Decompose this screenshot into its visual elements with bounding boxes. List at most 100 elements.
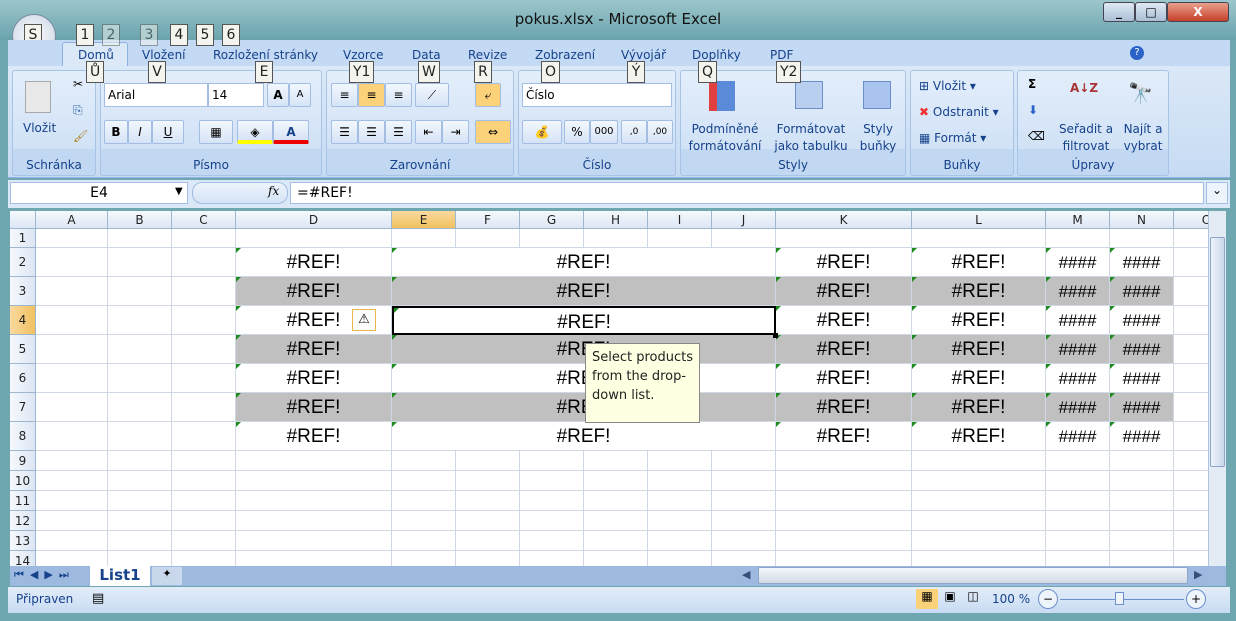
cell[interactable] xyxy=(648,511,712,531)
row-header-9[interactable]: 9 xyxy=(10,451,36,471)
cell[interactable] xyxy=(912,511,1046,531)
cell[interactable] xyxy=(520,491,584,511)
cell[interactable] xyxy=(392,451,456,471)
column-header-M[interactable]: M xyxy=(1046,211,1110,229)
sort-filter-button[interactable]: Seřadit a filtrovat xyxy=(1056,121,1116,155)
column-header-J[interactable]: J xyxy=(712,211,776,229)
cell[interactable] xyxy=(1046,471,1110,491)
cell-N4[interactable]: #### xyxy=(1110,306,1174,335)
cell[interactable] xyxy=(648,491,712,511)
align-right-button[interactable]: ☰ xyxy=(385,120,412,144)
fill-color-button[interactable]: ◈ xyxy=(237,120,273,144)
cell-N3[interactable]: #### xyxy=(1110,277,1174,306)
font-name-select[interactable]: Arial xyxy=(104,83,208,107)
cell[interactable] xyxy=(584,551,648,566)
row-header-14[interactable]: 14 xyxy=(10,551,36,566)
cell[interactable] xyxy=(36,531,108,551)
cell[interactable] xyxy=(1046,491,1110,511)
column-header-D[interactable]: D xyxy=(236,211,392,229)
cell-D2[interactable]: #REF! xyxy=(236,248,392,277)
cell[interactable] xyxy=(36,551,108,566)
cell[interactable] xyxy=(392,531,456,551)
cell[interactable] xyxy=(392,511,456,531)
cell-E6[interactable]: #REF! xyxy=(392,364,776,393)
cell[interactable] xyxy=(912,551,1046,566)
cell-M6[interactable]: #### xyxy=(1046,364,1110,393)
cell[interactable] xyxy=(172,531,236,551)
cell[interactable] xyxy=(1110,471,1174,491)
merge-center-button[interactable]: ⇔ xyxy=(475,120,511,144)
cell[interactable] xyxy=(712,471,776,491)
orientation-button[interactable]: ⟋ xyxy=(415,83,449,107)
thousands-button[interactable]: 000 xyxy=(590,120,618,144)
percent-button[interactable]: % xyxy=(564,120,590,144)
cell[interactable] xyxy=(36,422,108,451)
cell[interactable] xyxy=(776,229,912,248)
cell[interactable] xyxy=(776,511,912,531)
autosum-button[interactable]: Σ xyxy=(1028,77,1036,91)
column-header-L[interactable]: L xyxy=(912,211,1046,229)
tab-0[interactable]: Domů xyxy=(78,48,114,62)
scroll-left-icon[interactable]: ◀ xyxy=(742,568,750,581)
cell-K7[interactable]: #REF! xyxy=(776,393,912,422)
column-header-F[interactable]: F xyxy=(456,211,520,229)
cell[interactable] xyxy=(172,393,236,422)
find-select-button[interactable]: Najít a vybrat xyxy=(1118,121,1168,155)
copy-icon[interactable]: ⎘ xyxy=(73,103,83,118)
shrink-font-button[interactable]: A xyxy=(289,83,311,107)
row-header-13[interactable]: 13 xyxy=(10,531,36,551)
cell[interactable] xyxy=(36,471,108,491)
column-header-B[interactable]: B xyxy=(108,211,172,229)
row-header-7[interactable]: 7 xyxy=(10,393,36,422)
tab-8[interactable]: Doplňky xyxy=(692,48,741,62)
cell[interactable] xyxy=(1110,531,1174,551)
tab-6[interactable]: Zobrazení xyxy=(535,48,595,62)
cell[interactable] xyxy=(172,306,236,335)
cell[interactable] xyxy=(1046,451,1110,471)
cell[interactable] xyxy=(108,335,172,364)
cell-L7[interactable]: #REF! xyxy=(912,393,1046,422)
cell-N7[interactable]: #### xyxy=(1110,393,1174,422)
cell-D8[interactable]: #REF! xyxy=(236,422,392,451)
tab-1[interactable]: Vložení xyxy=(142,48,186,62)
cell[interactable] xyxy=(776,471,912,491)
fill-handle[interactable] xyxy=(773,333,778,338)
cell[interactable] xyxy=(108,364,172,393)
column-header-K[interactable]: K xyxy=(776,211,912,229)
cell[interactable] xyxy=(520,551,584,566)
font-size-select[interactable]: 14 xyxy=(208,83,264,107)
cell[interactable] xyxy=(172,491,236,511)
cell[interactable] xyxy=(648,229,712,248)
cell-styles-button[interactable]: Styly buňky xyxy=(853,121,903,155)
row-header-11[interactable]: 11 xyxy=(10,491,36,511)
cell[interactable] xyxy=(912,531,1046,551)
cell[interactable] xyxy=(108,511,172,531)
cell[interactable] xyxy=(456,491,520,511)
cell-E7[interactable]: #REF! xyxy=(392,393,776,422)
cell[interactable] xyxy=(456,551,520,566)
cell[interactable] xyxy=(712,511,776,531)
close-button[interactable]: X xyxy=(1167,2,1229,22)
italic-button[interactable]: I xyxy=(128,120,152,144)
expand-formula-bar-button[interactable]: ⌄ xyxy=(1206,182,1228,204)
cell[interactable] xyxy=(36,306,108,335)
row-header-1[interactable]: 1 xyxy=(10,229,36,248)
cell[interactable] xyxy=(776,451,912,471)
align-middle-button[interactable]: ≡ xyxy=(358,83,385,107)
cell-N2[interactable]: #### xyxy=(1110,248,1174,277)
cell-K4[interactable]: #REF! xyxy=(776,306,912,335)
insert-cells-button[interactable]: ⊞ Vložit ▾ xyxy=(919,79,976,93)
cell-K2[interactable]: #REF! xyxy=(776,248,912,277)
cell[interactable] xyxy=(108,422,172,451)
cell[interactable] xyxy=(108,229,172,248)
tab-9[interactable]: PDF xyxy=(770,48,793,62)
cell[interactable] xyxy=(108,277,172,306)
cell[interactable] xyxy=(236,551,392,566)
cell-L3[interactable]: #REF! xyxy=(912,277,1046,306)
cell[interactable] xyxy=(172,248,236,277)
cell[interactable] xyxy=(520,471,584,491)
cell-E5[interactable]: #REF! xyxy=(392,335,776,364)
cell[interactable] xyxy=(236,229,392,248)
cell-E2[interactable]: #REF! xyxy=(392,248,776,277)
cut-icon[interactable]: ✂ xyxy=(73,77,83,91)
